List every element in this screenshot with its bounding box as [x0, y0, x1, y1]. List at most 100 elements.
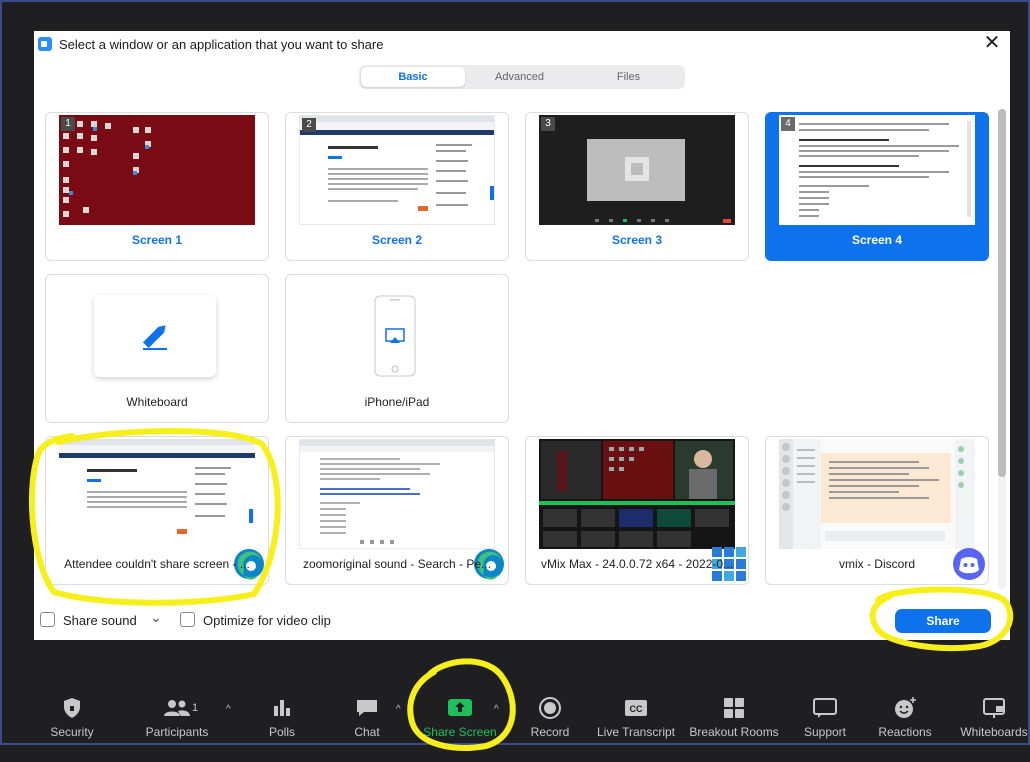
reactions-icon: [895, 697, 916, 718]
toolbar-label: Record: [530, 725, 570, 739]
tab-basic[interactable]: Basic: [361, 67, 465, 87]
share-tile-screen-2[interactable]: 2 Screen 2: [285, 112, 509, 261]
toolbar-support[interactable]: Support: [798, 690, 852, 745]
share-sound-checkbox[interactable]: [40, 612, 55, 627]
toolbar-security[interactable]: Security: [42, 690, 102, 745]
share-source-grid: 1 Screen 1 2 Screen 2 3 Screen 3 4 Scree…: [44, 111, 992, 589]
grid-scrollbar[interactable]: [998, 109, 1006, 589]
share-sound-dropdown-caret[interactable]: ⌄: [150, 609, 162, 626]
share-tile-screen-4[interactable]: 4 Screen 4: [765, 112, 989, 261]
desktop-icons-preview: [63, 121, 151, 217]
discord-preview: [779, 439, 975, 549]
screen-number-badge: 4: [781, 117, 795, 131]
share-tile-zoomoriginal-edge[interactable]: zoomoriginal sound - Search - Pe...: [285, 436, 509, 585]
toolbar-label: Reactions: [878, 725, 932, 739]
shield-icon: [64, 698, 80, 718]
meeting-toolbar: Security Participants 1 ^ Polls Chat ^ S…: [0, 690, 1030, 745]
toolbar-label: Whiteboards: [960, 725, 1028, 739]
screen-1-thumbnail: 1: [59, 115, 255, 225]
chat-icon: [357, 700, 377, 716]
share-tile-whiteboard[interactable]: Whiteboard: [45, 274, 269, 423]
optimize-video-label[interactable]: Optimize for video clip: [203, 613, 331, 628]
toolbar-share-screen[interactable]: Share Screen: [422, 690, 498, 745]
tile-label: Screen 1: [131, 233, 183, 247]
tab-advanced[interactable]: Advanced: [465, 67, 574, 87]
toolbar-participants[interactable]: Participants: [140, 690, 214, 745]
share-tile-attendee-edge[interactable]: Attendee couldn't share screen - ...: [45, 436, 269, 585]
record-icon: [539, 697, 561, 719]
toolbar-label: Polls: [268, 725, 295, 739]
cc-icon: CC: [625, 700, 647, 716]
tile-label: Whiteboard: [126, 395, 188, 409]
screen-4-thumbnail: 4: [779, 115, 975, 225]
vmix-window-thumbnail: [539, 439, 735, 549]
tile-label: Attendee couldn't share screen - ...: [64, 557, 250, 571]
share-screen-caret[interactable]: ^: [494, 704, 499, 715]
screen-number-badge: 1: [61, 117, 75, 131]
screen-3-thumbnail: 3: [539, 115, 735, 225]
share-tile-discord[interactable]: vmix - Discord: [765, 436, 989, 585]
share-tabs: Basic Advanced Files: [359, 65, 685, 89]
edge-window-thumbnail: [59, 439, 255, 549]
tile-label: vmix - Discord: [838, 557, 915, 571]
toolbar-live-transcript[interactable]: CC Live Transcript: [594, 690, 678, 745]
airplay-phone-icon: [374, 295, 416, 377]
screen-2-thumbnail: 2: [299, 115, 495, 225]
tile-label: iPhone/iPad: [364, 395, 430, 409]
participants-icon: [164, 700, 190, 716]
tile-label: zoomoriginal sound - Search - Pe...: [302, 557, 492, 571]
share-button[interactable]: Share: [895, 609, 991, 633]
optimize-video-checkbox[interactable]: [180, 612, 195, 627]
tile-label: Screen 2: [371, 233, 423, 247]
share-sound-label[interactable]: Share sound: [63, 613, 137, 628]
toolbar-label: Support: [803, 725, 847, 739]
support-icon: [813, 698, 837, 718]
dialog-titlebar: Select a window or an application that y…: [34, 31, 1010, 57]
edge-window-thumbnail: [299, 439, 495, 549]
zoom-meeting-preview: [587, 139, 731, 223]
whiteboards-icon: [983, 698, 1005, 718]
chat-caret[interactable]: ^: [396, 704, 401, 715]
screen-number-badge: 2: [302, 118, 316, 132]
polls-icon: [274, 700, 290, 716]
share-tile-screen-1[interactable]: 1 Screen 1: [45, 112, 269, 261]
toolbar-whiteboards[interactable]: Whiteboards: [958, 690, 1030, 745]
pencil-icon: [142, 325, 167, 350]
share-tile-screen-3[interactable]: 3 Screen 3: [525, 112, 749, 261]
screen-number-badge: 3: [541, 117, 555, 131]
share-tile-vmix[interactable]: vMix Max - 24.0.0.72 x64 - 2022-0...: [525, 436, 749, 585]
participant-count: 1: [192, 702, 199, 714]
share-options: Share sound ⌄ Optimize for video clip: [34, 606, 1010, 632]
tile-label: Screen 4: [851, 233, 903, 247]
search-results-preview: [300, 440, 494, 544]
toolbar-label: Live Transcript: [596, 725, 676, 739]
share-screen-dialog: Select a window or an application that y…: [34, 31, 1010, 640]
participants-caret[interactable]: ^: [226, 704, 231, 715]
tile-label: vMix Max - 24.0.0.72 x64 - 2022-0...: [540, 557, 734, 571]
whiteboard-icon-box: [94, 295, 216, 377]
toolbar-label: Security: [50, 725, 94, 739]
toolbar-breakout-rooms[interactable]: Breakout Rooms: [687, 690, 781, 745]
share-screen-icon: [448, 699, 472, 716]
toolbar-label: Participants: [145, 725, 209, 739]
breakout-rooms-icon: [724, 698, 744, 718]
browser-page-preview: [300, 116, 494, 211]
close-button[interactable]: ✕: [982, 33, 1002, 53]
document-preview: [799, 121, 971, 217]
scrollbar-thumb[interactable]: [998, 109, 1006, 477]
toolbar-reactions[interactable]: Reactions: [874, 690, 936, 745]
toolbar-polls[interactable]: Polls: [258, 690, 306, 745]
toolbar-label: Breakout Rooms: [689, 725, 779, 739]
share-tile-iphone-ipad[interactable]: iPhone/iPad: [285, 274, 509, 423]
toolbar-chat[interactable]: Chat: [343, 690, 391, 745]
svg-text:CC: CC: [630, 704, 643, 714]
tile-label: Screen 3: [611, 233, 663, 247]
toolbar-label: Chat: [354, 725, 380, 739]
toolbar-record[interactable]: Record: [525, 690, 575, 745]
dialog-title: Select a window or an application that y…: [59, 37, 384, 52]
discord-window-thumbnail: [779, 439, 975, 549]
toolbar-label: Share Screen: [423, 725, 497, 739]
tab-files[interactable]: Files: [574, 67, 683, 87]
zoom-logo-icon: [38, 37, 52, 51]
vmix-preview: [539, 441, 735, 547]
